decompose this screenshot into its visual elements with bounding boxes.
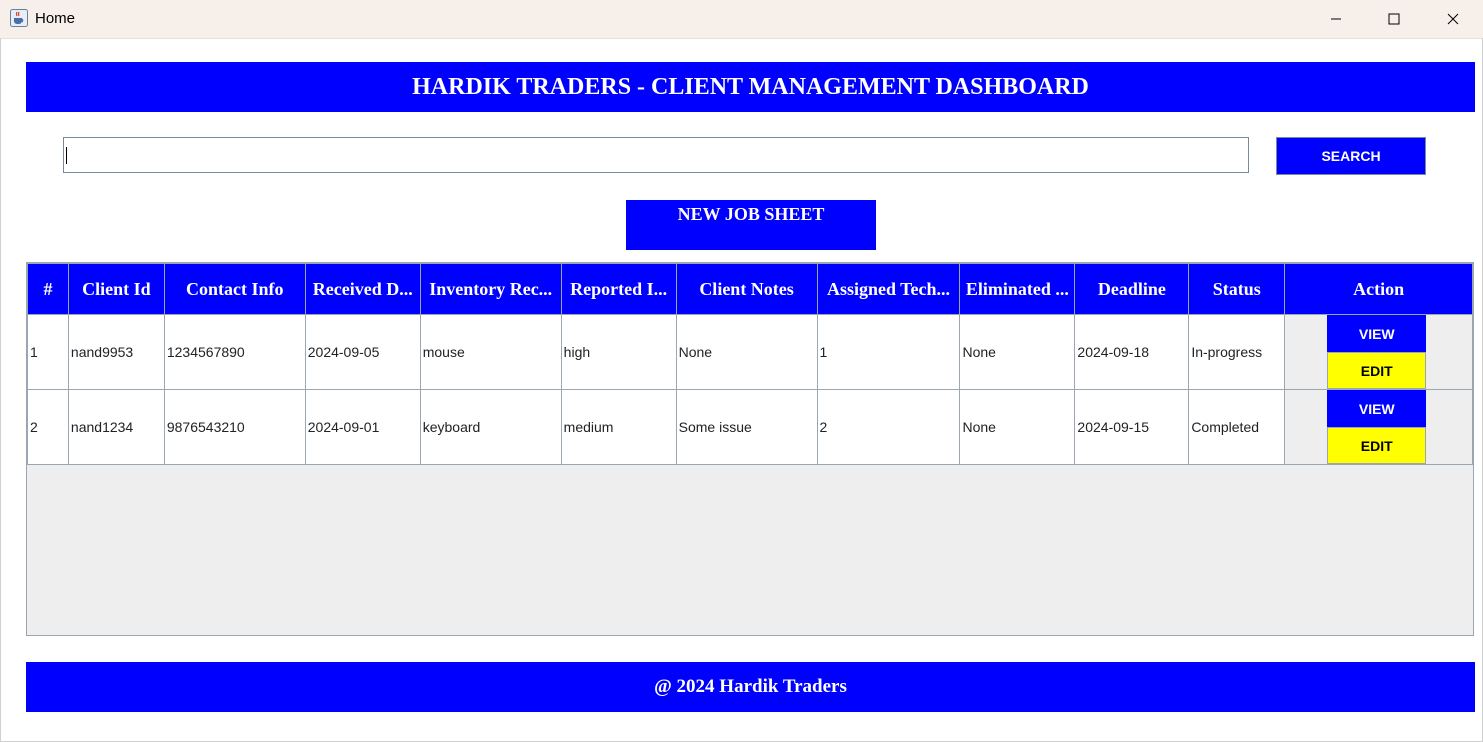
cell-received-date[interactable]: 2024-09-05 bbox=[304, 314, 421, 390]
view-button[interactable]: VIEW bbox=[1327, 390, 1427, 427]
title-bar: Home bbox=[0, 0, 1483, 39]
close-button[interactable] bbox=[1424, 0, 1482, 38]
cell-deadline[interactable]: 2024-09-18 bbox=[1074, 314, 1190, 390]
table-row[interactable]: 2 nand1234 9876543210 2024-09-01 keyboar… bbox=[27, 389, 1473, 465]
column-header-deadline[interactable]: Deadline bbox=[1074, 263, 1190, 315]
minimize-button[interactable] bbox=[1307, 0, 1365, 38]
maximize-button[interactable] bbox=[1365, 0, 1423, 38]
cell-assigned-technician[interactable]: 2 bbox=[816, 389, 961, 465]
column-header-client-notes[interactable]: Client Notes bbox=[675, 263, 818, 315]
column-header-inventory-received[interactable]: Inventory Rec... bbox=[419, 263, 562, 315]
edit-button[interactable]: EDIT bbox=[1327, 427, 1427, 464]
cell-assigned-technician[interactable]: 1 bbox=[816, 314, 961, 390]
java-cup-icon bbox=[10, 9, 28, 27]
cell-status[interactable]: Completed bbox=[1188, 389, 1286, 465]
cell-action: VIEW EDIT bbox=[1284, 389, 1473, 465]
cell-number[interactable]: 1 bbox=[27, 314, 69, 390]
maximize-icon bbox=[1388, 13, 1400, 25]
minimize-icon bbox=[1331, 18, 1341, 20]
jobs-table-container: # Client Id Contact Info Received D... I… bbox=[26, 262, 1474, 636]
search-button-label: SEARCH bbox=[1321, 148, 1381, 164]
footer: @ 2024 Hardik Traders bbox=[26, 662, 1475, 712]
footer-text: @ 2024 Hardik Traders bbox=[654, 676, 847, 697]
cell-action: VIEW EDIT bbox=[1284, 314, 1473, 390]
new-job-sheet-label: NEW JOB SHEET bbox=[677, 204, 825, 224]
window-title: Home bbox=[35, 10, 76, 27]
cell-deadline[interactable]: 2024-09-15 bbox=[1074, 389, 1190, 465]
cell-inventory-received[interactable]: keyboard bbox=[419, 389, 562, 465]
cell-contact-info[interactable]: 1234567890 bbox=[163, 314, 306, 390]
cell-status[interactable]: In-progress bbox=[1188, 314, 1286, 390]
text-caret bbox=[66, 147, 67, 164]
edit-button[interactable]: EDIT bbox=[1327, 352, 1427, 389]
cell-eliminated[interactable]: None bbox=[959, 314, 1076, 390]
search-button[interactable]: SEARCH bbox=[1276, 137, 1426, 175]
dashboard-header: HARDIK TRADERS - CLIENT MANAGEMENT DASHB… bbox=[26, 62, 1475, 112]
cell-number[interactable]: 2 bbox=[27, 389, 69, 465]
table-row[interactable]: 1 nand9953 1234567890 2024-09-05 mouse h… bbox=[27, 314, 1473, 390]
column-header-action[interactable]: Action bbox=[1284, 263, 1473, 315]
cell-client-notes[interactable]: None bbox=[675, 314, 818, 390]
table-header-row: # Client Id Contact Info Received D... I… bbox=[27, 263, 1473, 315]
column-header-status[interactable]: Status bbox=[1188, 263, 1286, 315]
column-header-eliminated[interactable]: Eliminated ... bbox=[959, 263, 1076, 315]
page-title: HARDIK TRADERS - CLIENT MANAGEMENT DASHB… bbox=[412, 73, 1089, 100]
cell-eliminated[interactable]: None bbox=[959, 389, 1076, 465]
column-header-reported-issue[interactable]: Reported I... bbox=[560, 263, 677, 315]
view-button[interactable]: VIEW bbox=[1327, 315, 1427, 352]
cell-received-date[interactable]: 2024-09-01 bbox=[304, 389, 421, 465]
cell-contact-info[interactable]: 9876543210 bbox=[163, 389, 306, 465]
cell-inventory-received[interactable]: mouse bbox=[419, 314, 562, 390]
cell-client-notes[interactable]: Some issue bbox=[675, 389, 818, 465]
close-icon bbox=[1447, 13, 1459, 25]
column-header-contact-info[interactable]: Contact Info bbox=[163, 263, 306, 315]
cell-reported-issue[interactable]: medium bbox=[560, 389, 677, 465]
search-input[interactable] bbox=[63, 137, 1249, 173]
column-header-client-id[interactable]: Client Id bbox=[67, 263, 165, 315]
cell-client-id[interactable]: nand9953 bbox=[67, 314, 165, 390]
column-header-received-date[interactable]: Received D... bbox=[304, 263, 421, 315]
jobs-table: # Client Id Contact Info Received D... I… bbox=[27, 263, 1473, 465]
cell-reported-issue[interactable]: high bbox=[560, 314, 677, 390]
new-job-sheet-button[interactable]: NEW JOB SHEET bbox=[626, 200, 876, 250]
cell-client-id[interactable]: nand1234 bbox=[67, 389, 165, 465]
column-header-number[interactable]: # bbox=[27, 263, 69, 315]
column-header-assigned-technician[interactable]: Assigned Tech... bbox=[816, 263, 961, 315]
